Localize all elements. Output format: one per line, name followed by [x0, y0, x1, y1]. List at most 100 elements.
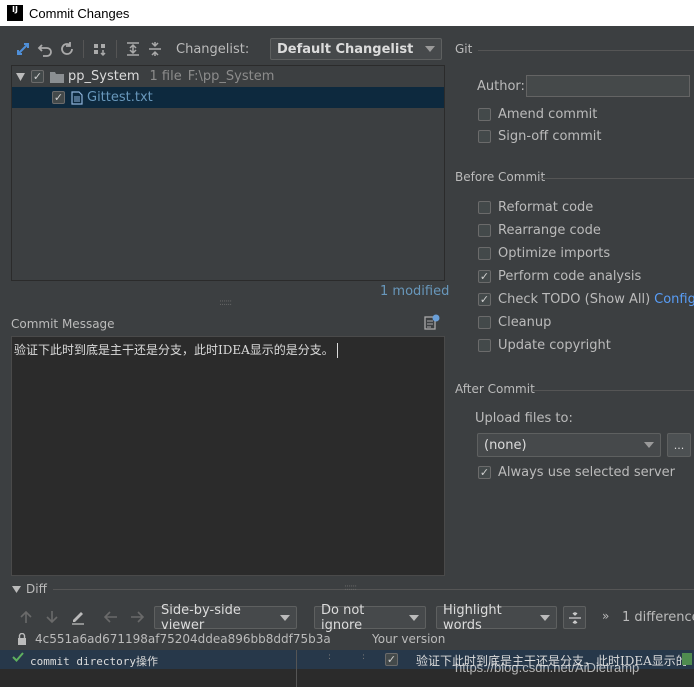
divider	[52, 588, 694, 590]
amend-commit-label: Amend commit	[498, 107, 598, 122]
gutter-marker: :	[362, 652, 366, 662]
optimize-imports-label: Optimize imports	[498, 246, 611, 261]
intellij-app-icon: IJ	[7, 5, 23, 21]
perform-code-analysis-option[interactable]: Perform code analysis	[478, 269, 641, 284]
splitter-handle[interactable]: ::::::	[344, 583, 357, 593]
reformat-code-option[interactable]: Reformat code	[478, 200, 593, 215]
refresh-icon[interactable]	[56, 38, 78, 60]
tree-root-row[interactable]: pp_System 1 file F:\pp_System	[12, 66, 444, 87]
revision-bar: 4c551a6ad671198af75204ddea896bb8ddf75b3a…	[0, 631, 694, 649]
collapse-unchanged-button[interactable]	[563, 606, 586, 629]
toolbar-separator	[116, 40, 117, 58]
left-line-text: commit directory操作	[30, 655, 158, 668]
reformat-code-label: Reformat code	[498, 200, 594, 215]
watermark: https://blog.csdn.net/AiDietramp	[455, 660, 640, 675]
upload-server-value: (none)	[484, 437, 527, 453]
always-use-server-label: Always use selected server	[498, 465, 676, 480]
author-field[interactable]	[526, 75, 690, 97]
group-by-icon[interactable]	[89, 38, 111, 60]
file-name: Gittest.txt	[87, 90, 153, 105]
optimize-imports-option[interactable]: Optimize imports	[478, 246, 610, 261]
commit-message-history-icon[interactable]	[424, 314, 440, 330]
signoff-commit-checkbox[interactable]	[478, 130, 491, 143]
gutter-marker: :	[328, 652, 332, 662]
divider	[296, 650, 297, 687]
signoff-commit-option[interactable]: Sign-off commit	[478, 129, 601, 144]
rearrange-code-checkbox[interactable]	[478, 224, 491, 237]
signoff-commit-label: Sign-off commit	[498, 129, 602, 144]
splitter-handle[interactable]: ::::::	[219, 298, 232, 308]
highlight-dropdown[interactable]: Highlight words	[436, 603, 557, 633]
collapse-arrow-icon[interactable]	[12, 585, 21, 593]
cleanup-checkbox[interactable]	[478, 316, 491, 329]
root-checkbox[interactable]	[31, 70, 44, 83]
rearrange-code-label: Rearrange code	[498, 223, 601, 238]
whitespace-dropdown[interactable]: Do not ignore	[314, 603, 426, 633]
always-use-server-checkbox[interactable]	[478, 466, 491, 479]
left-revision-hash: 4c551a6ad671198af75204ddea896bb8ddf75b3a	[35, 632, 331, 646]
expand-all-icon[interactable]	[122, 38, 144, 60]
chevron-down-icon	[409, 614, 419, 621]
diff-viewer-dropdown[interactable]: Side-by-side viewer	[154, 603, 297, 633]
amend-commit-option[interactable]: Amend commit	[478, 107, 597, 122]
tree-file-row[interactable]: Gittest.txt	[12, 87, 444, 108]
cleanup-option[interactable]: Cleanup	[478, 315, 551, 330]
back-arrow-icon[interactable]	[102, 607, 120, 627]
divider	[540, 178, 694, 179]
collapse-all-icon[interactable]	[144, 38, 166, 60]
text-caret	[336, 343, 338, 358]
configure-link[interactable]: Configure	[654, 292, 694, 307]
diff-toolbar: Side-by-side viewer Do not ignore Highli…	[0, 603, 694, 633]
divider	[478, 50, 694, 51]
window-title: Commit Changes	[29, 5, 130, 21]
changes-tree: pp_System 1 file F:\pp_System Gittest.tx…	[11, 65, 445, 281]
edit-source-icon[interactable]	[69, 607, 87, 627]
upload-server-dropdown[interactable]: (none)	[477, 433, 661, 457]
commit-message-editor[interactable]: 验证下此时到底是主干还是分支，此时IDEA显示的是分支。	[11, 336, 445, 576]
amend-commit-checkbox[interactable]	[478, 108, 491, 121]
perform-code-analysis-checkbox[interactable]	[478, 270, 491, 283]
chevron-down-icon	[280, 614, 290, 621]
lock-icon	[17, 633, 27, 645]
forward-arrow-icon[interactable]	[128, 607, 146, 627]
show-diff-icon[interactable]	[12, 38, 34, 60]
reformat-code-checkbox[interactable]	[478, 201, 491, 214]
check-todo-label: Check TODO (Show All)	[498, 292, 651, 307]
diff-viewer-value: Side-by-side viewer	[161, 602, 241, 633]
change-marker-icon	[682, 653, 692, 665]
perform-code-analysis-label: Perform code analysis	[498, 269, 642, 284]
root-file-count: 1 file	[149, 69, 182, 84]
check-todo-checkbox[interactable]	[478, 293, 491, 306]
text-file-icon	[71, 90, 83, 105]
chevron-down-icon	[540, 614, 550, 621]
check-todo-option[interactable]: Check TODO (Show All) Configure	[478, 292, 694, 307]
update-copyright-option[interactable]: Update copyright	[478, 338, 611, 353]
upload-files-label: Upload files to:	[475, 411, 573, 426]
next-difference-icon[interactable]	[44, 607, 60, 627]
whitespace-value: Do not ignore	[321, 602, 365, 633]
folder-icon	[49, 70, 65, 84]
include-change-checkbox[interactable]	[385, 653, 398, 666]
divider	[532, 390, 694, 391]
difference-count: 1 difference	[622, 610, 694, 625]
rearrange-code-option[interactable]: Rearrange code	[478, 223, 601, 238]
title-bar: IJ Commit Changes	[0, 0, 694, 26]
changes-toolbar: Changelist:	[12, 36, 249, 62]
right-revision-label: Your version	[372, 632, 446, 646]
file-checkbox[interactable]	[52, 91, 65, 104]
author-label: Author:	[477, 79, 525, 94]
root-path: F:\pp_System	[187, 69, 275, 84]
cleanup-label: Cleanup	[498, 315, 552, 330]
modified-count-link[interactable]: 1 modified	[380, 284, 449, 299]
always-use-server-option[interactable]: Always use selected server	[478, 465, 675, 480]
update-copyright-checkbox[interactable]	[478, 339, 491, 352]
changelist-dropdown[interactable]: Default Changelist	[270, 38, 442, 60]
expand-arrow-icon[interactable]	[16, 72, 25, 81]
after-commit-section-label: After Commit	[455, 382, 535, 396]
optimize-imports-checkbox[interactable]	[478, 247, 491, 260]
browse-servers-button[interactable]: ...	[667, 433, 691, 457]
more-options-icon[interactable]: »	[602, 609, 609, 623]
chevron-down-icon	[425, 46, 435, 52]
previous-difference-icon[interactable]	[18, 607, 34, 627]
rollback-icon[interactable]	[34, 38, 56, 60]
